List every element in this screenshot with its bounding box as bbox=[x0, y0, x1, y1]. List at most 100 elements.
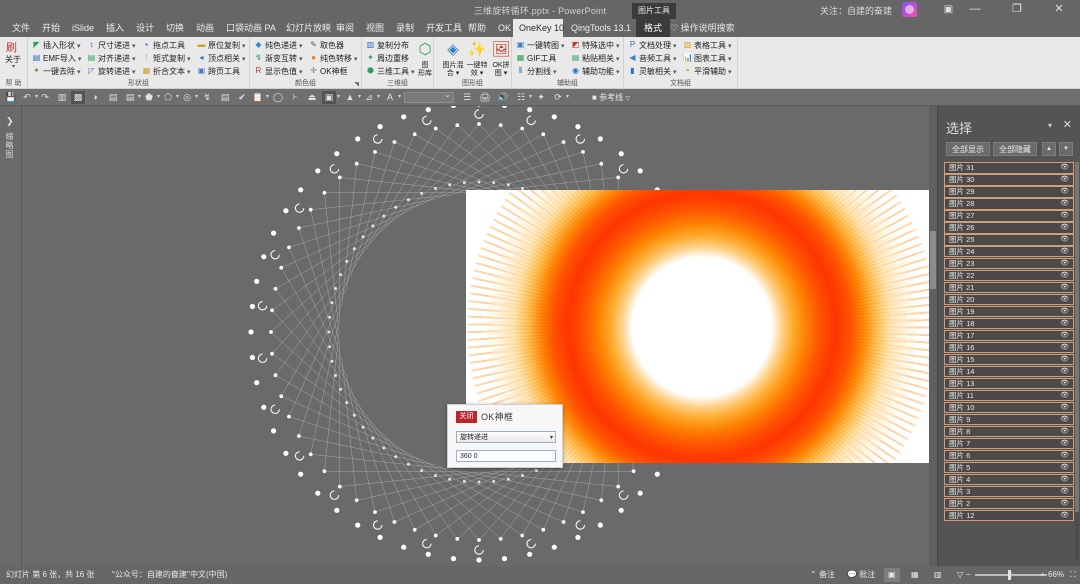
ribbon-item-0-6[interactable]: ▪ 拖点工具 bbox=[142, 39, 185, 52]
slide-number[interactable]: 幻灯片 第 6 张，共 16 张 bbox=[6, 570, 94, 580]
chevron-down-icon[interactable]: ▾ bbox=[242, 43, 246, 50]
eye-icon[interactable]: 👁 bbox=[1060, 187, 1069, 197]
ribbon-item-0-2[interactable]: ✦ 一键去除 ▾ bbox=[32, 65, 81, 78]
guides-label[interactable]: ■ 参考线 ▽ bbox=[592, 92, 630, 105]
ribbon-item-4-5[interactable]: ◉ 辅助功能 ▾ bbox=[571, 65, 620, 78]
qat-rotate-icon[interactable]: ⟳ bbox=[551, 91, 565, 104]
chevron-down-icon[interactable]: ▾ bbox=[561, 43, 565, 50]
eye-icon[interactable]: 👁 bbox=[1060, 475, 1069, 485]
eye-icon[interactable]: 👁 bbox=[1060, 259, 1069, 269]
list-item[interactable]: 图片 2 👁 bbox=[944, 497, 1074, 510]
eye-icon[interactable]: 👁 bbox=[1060, 451, 1069, 461]
ribbon-item-4-3[interactable]: ◩ 特殊选中 ▾ bbox=[571, 39, 620, 52]
ok-magic-box-dialog[interactable]: 关闭 OK神框 旋转递进 ▾ 360 0 bbox=[447, 404, 563, 468]
chevron-down-icon[interactable]: ▾ bbox=[673, 69, 677, 76]
ribbon-item-5-4[interactable]: 📊 图表工具 ▾ bbox=[683, 52, 732, 65]
chevron-down-icon[interactable]: ▾ bbox=[299, 43, 303, 50]
view-normal-button[interactable]: ▣ bbox=[884, 568, 900, 582]
ribbon-item-5-2[interactable]: ▮ 灵敏相关 ▾ bbox=[628, 65, 677, 78]
qat-save-icon[interactable]: 💾 bbox=[4, 91, 18, 104]
eye-icon[interactable]: 👁 bbox=[1060, 223, 1069, 233]
ribbon-item-2-0[interactable]: ▥ 复制分布 bbox=[366, 39, 409, 52]
tab-16[interactable]: QingTools 13.1 bbox=[565, 19, 631, 37]
qat-bullets-icon[interactable]: ☰ bbox=[460, 91, 474, 104]
eye-icon[interactable]: 👁 bbox=[1060, 271, 1069, 281]
qat-text-box-icon[interactable]: ▤ bbox=[106, 91, 120, 104]
chevron-down-icon[interactable]: ▾ bbox=[132, 43, 136, 50]
eye-icon[interactable]: 👁 bbox=[1060, 391, 1069, 401]
eye-icon[interactable]: 👁 bbox=[1060, 235, 1069, 245]
tab-11[interactable]: 录制 bbox=[390, 19, 416, 37]
qat-redo-icon[interactable]: ↷ bbox=[38, 91, 52, 104]
chevron-down-icon[interactable]: ▾ bbox=[728, 56, 732, 63]
chevron-down-icon[interactable]: ▾ bbox=[354, 56, 358, 63]
list-item[interactable]: 图片 10 👁 bbox=[944, 401, 1074, 414]
object-list[interactable]: 图片 31 👁 图片 30 👁 图片 29 👁 图片 28 👁 图片 27 👁 图片 26 👁 图片 2… bbox=[944, 162, 1074, 560]
ribbon-item-0-9[interactable]: ▬ 原位复制 ▾ bbox=[197, 39, 246, 52]
ribbon-item-0-7[interactable]: ⁞ 矩式复制 ▾ bbox=[142, 52, 191, 65]
chevron-down-icon[interactable]: ▾ bbox=[728, 43, 732, 50]
list-item[interactable]: 图片 3 👁 bbox=[944, 485, 1074, 498]
eye-icon[interactable]: 👁 bbox=[1060, 367, 1069, 377]
ribbon-item-1-1[interactable]: ↯ 渐变互转 ▾ bbox=[254, 52, 303, 65]
ribbon-item-0-3[interactable]: ↕ 尺寸递进 ▾ bbox=[87, 39, 136, 52]
qat-line-color-icon[interactable]: ⊿ bbox=[362, 91, 376, 104]
qat-font-color-icon[interactable]: A bbox=[383, 91, 397, 104]
chevron-down-icon[interactable]: ▾ bbox=[728, 69, 732, 76]
slide-canvas[interactable]: 关闭 OK神框 旋转递进 ▾ 360 0 bbox=[22, 106, 937, 566]
tab-2[interactable]: iSlide bbox=[66, 19, 96, 37]
ribbon-item-4-4[interactable]: ▤ 粘贴相关 ▾ bbox=[571, 52, 620, 65]
accessibility-icon[interactable]: ⛶ bbox=[172, 570, 178, 580]
chevron-down-icon[interactable]: ▾ bbox=[187, 69, 191, 76]
qat-animation-icon[interactable]: ✦ bbox=[534, 91, 548, 104]
tab-8[interactable]: 幻灯片放映 bbox=[280, 19, 331, 37]
pane-scrollbar[interactable] bbox=[1075, 162, 1079, 560]
eye-icon[interactable]: 👁 bbox=[1060, 499, 1069, 509]
chevron-down-icon[interactable]: ▾ bbox=[187, 56, 191, 63]
eye-icon[interactable]: 👁 bbox=[1060, 283, 1069, 293]
qat-grid-icon[interactable]: ▥ bbox=[55, 91, 69, 104]
ribbon-item-0-1[interactable]: ▤ EMF导入 ▾ bbox=[32, 52, 82, 65]
zoom-out-button[interactable]: − bbox=[966, 570, 971, 580]
list-item[interactable]: 图片 25 👁 bbox=[944, 233, 1074, 246]
chevron-down-icon[interactable]: ▾ bbox=[77, 69, 81, 76]
list-item[interactable]: 图片 31 👁 bbox=[944, 162, 1074, 174]
pane-menu-icon[interactable]: ▾ bbox=[1048, 121, 1052, 130]
thumbnail-pane-collapsed[interactable]: ❯ 缩略图 bbox=[0, 106, 22, 566]
chevron-down-icon[interactable]: ▾ bbox=[673, 43, 677, 50]
chevron-down-icon[interactable]: ▾ bbox=[132, 56, 136, 63]
tab-1[interactable]: 开始 bbox=[36, 19, 62, 37]
account-label[interactable]: 关注：自建的奋建 bbox=[820, 4, 892, 17]
tab-3[interactable]: 插入 bbox=[100, 19, 126, 37]
tab-10[interactable]: 视图 bbox=[360, 19, 386, 37]
list-item[interactable]: 图片 28 👁 bbox=[944, 197, 1074, 210]
eye-icon[interactable]: 👁 bbox=[1060, 211, 1069, 221]
chevron-down-icon[interactable]: ▾ bbox=[616, 43, 620, 50]
list-item[interactable]: 图片 16 👁 bbox=[944, 341, 1074, 354]
tab-9[interactable]: 审阅 bbox=[330, 19, 356, 37]
move-down-button[interactable]: ▼ bbox=[1059, 142, 1073, 156]
close-dialog-button[interactable]: 关闭 bbox=[456, 411, 477, 423]
qat-picture-tool-caret-icon[interactable]: ▾ bbox=[336, 91, 341, 104]
eye-icon[interactable]: 👁 bbox=[1060, 319, 1069, 329]
chevron-down-icon[interactable]: ▾ bbox=[616, 69, 620, 76]
fit-to-window-button[interactable]: ⛶ bbox=[1070, 570, 1076, 580]
list-item[interactable]: 图片 22 👁 bbox=[944, 269, 1074, 282]
eye-icon[interactable]: 👁 bbox=[1060, 427, 1069, 437]
chevron-down-icon[interactable]: ▾ bbox=[242, 56, 246, 63]
list-item[interactable]: 图片 24 👁 bbox=[944, 245, 1074, 258]
list-item[interactable]: 图片 21 👁 bbox=[944, 281, 1074, 294]
ribbon-item-0-10[interactable]: ◂ 顶点相关 ▾ bbox=[197, 52, 246, 65]
ribbon-item-5-1[interactable]: ◀ 音频工具 ▾ bbox=[628, 52, 676, 65]
ribbon-item-5-0[interactable]: P 文档处理 ▾ bbox=[628, 39, 677, 52]
about-caret-icon[interactable]: ▾ bbox=[12, 63, 15, 70]
chevron-down-icon[interactable]: ▾ bbox=[132, 69, 136, 76]
eye-icon[interactable]: 👁 bbox=[1060, 175, 1069, 185]
list-item[interactable]: 图片 9 👁 bbox=[944, 413, 1074, 426]
qat-bring-front-icon[interactable]: ⏏ bbox=[305, 91, 319, 104]
dialog-launcher-icon[interactable]: ◥ bbox=[354, 81, 359, 88]
chevron-down-icon[interactable]: ▾ bbox=[299, 56, 303, 63]
chevron-down-icon[interactable]: ▾ bbox=[77, 43, 81, 50]
pane-close-icon[interactable]: ✕ bbox=[1063, 118, 1072, 131]
tab-0[interactable]: 文件 bbox=[6, 19, 32, 37]
